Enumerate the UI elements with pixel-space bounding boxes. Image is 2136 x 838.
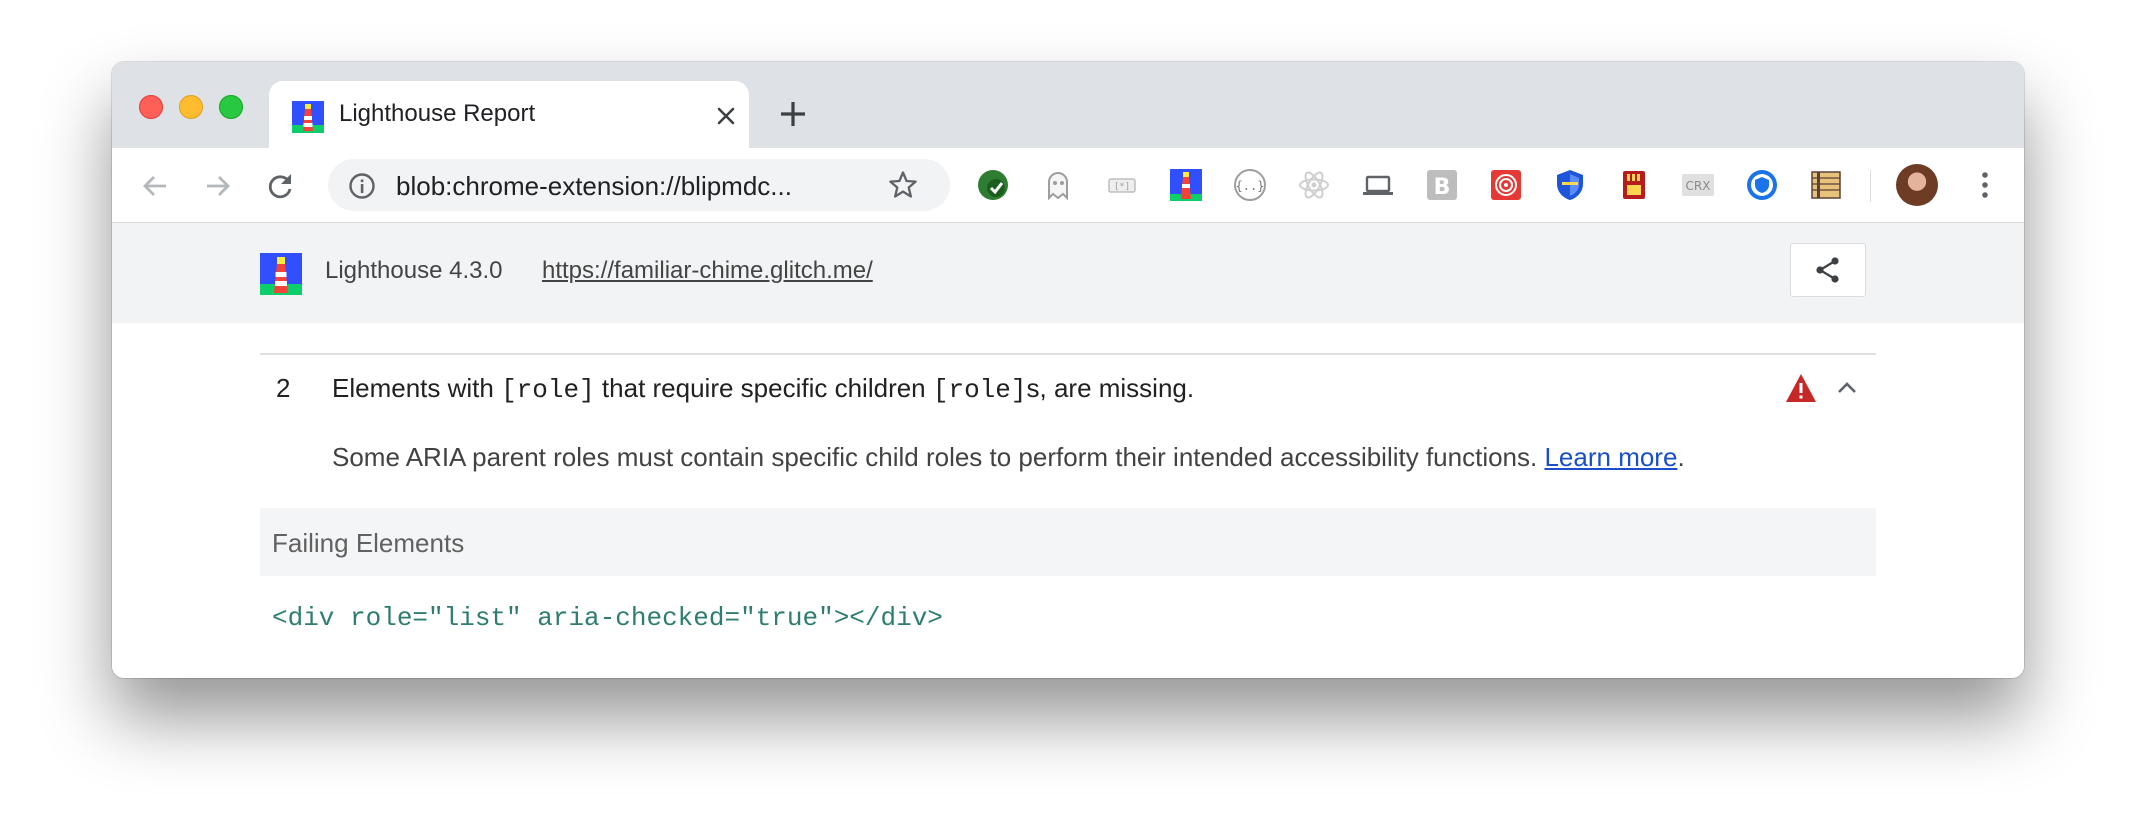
forward-arrow-icon[interactable] bbox=[202, 170, 234, 202]
target-spiral-icon[interactable] bbox=[1489, 168, 1523, 202]
tag-icon[interactable]: [*] bbox=[1105, 168, 1139, 202]
lighthouse-topbar: Lighthouse 4.3.0 https://familiar-chime.… bbox=[112, 223, 2024, 323]
window-maximize-button[interactable] bbox=[219, 95, 243, 119]
audit-divider bbox=[260, 353, 1876, 355]
ruler-icon[interactable] bbox=[1809, 168, 1843, 202]
report-url-link[interactable]: https://familiar-chime.glitch.me/ bbox=[542, 257, 873, 285]
json-braces-icon[interactable]: {..} bbox=[1233, 168, 1267, 202]
chevron-up-icon[interactable] bbox=[1834, 375, 1860, 401]
react-icon[interactable] bbox=[1297, 168, 1331, 202]
back-arrow-icon[interactable] bbox=[139, 170, 171, 202]
role-code: [role] bbox=[932, 375, 1027, 405]
ghost-icon[interactable] bbox=[1041, 168, 1075, 202]
failing-node-snippet: <div role="list" aria-checked="true"></d… bbox=[272, 603, 943, 633]
tab-title: Lighthouse Report bbox=[339, 100, 536, 127]
warning-triangle-icon bbox=[1786, 374, 1816, 402]
laptop-icon[interactable] bbox=[1361, 168, 1395, 202]
browser-window: Lighthouse Report blob:chrome-extension:… bbox=[112, 62, 2024, 678]
audit-title[interactable]: Elements with [role] that require specif… bbox=[332, 373, 1194, 405]
svg-text:{..}: {..} bbox=[1236, 179, 1265, 193]
info-icon[interactable] bbox=[348, 172, 376, 200]
toolbar-separator bbox=[1870, 170, 1871, 202]
sd-card-icon[interactable] bbox=[1617, 168, 1651, 202]
address-bar[interactable]: blob:chrome-extension://blipmdc... bbox=[328, 159, 950, 211]
close-tab-icon[interactable] bbox=[715, 105, 737, 127]
audit-index: 2 bbox=[276, 373, 291, 403]
failing-elements-heading: Failing Elements bbox=[272, 528, 465, 558]
details-header: Failing Elements bbox=[260, 508, 1876, 576]
crx-label: CRX bbox=[1686, 179, 1711, 193]
green-check-icon[interactable] bbox=[976, 168, 1010, 202]
svg-text:[*]: [*] bbox=[1114, 182, 1130, 192]
share-icon bbox=[1816, 257, 1839, 283]
bold-b-label: B bbox=[1434, 175, 1451, 200]
new-tab-icon[interactable] bbox=[777, 98, 809, 130]
crx-icon[interactable]: CRX bbox=[1681, 168, 1715, 202]
address-bar-url: blob:chrome-extension://blipmdc... bbox=[396, 171, 792, 201]
shield-icon[interactable] bbox=[1553, 168, 1587, 202]
more-menu-icon[interactable] bbox=[1968, 168, 2002, 202]
reload-icon[interactable] bbox=[264, 170, 296, 202]
bold-b-icon[interactable]: B bbox=[1425, 168, 1459, 202]
bookmark-star-icon[interactable] bbox=[888, 170, 918, 200]
browser-toolbar: blob:chrome-extension://blipmdc... [*] {… bbox=[112, 148, 2024, 223]
tab-lighthouse-report[interactable]: Lighthouse Report bbox=[269, 81, 749, 148]
window-close-button[interactable] bbox=[139, 95, 163, 119]
profile-avatar[interactable] bbox=[1896, 164, 1938, 206]
globe-shield-icon[interactable] bbox=[1745, 168, 1779, 202]
share-button[interactable] bbox=[1790, 243, 1866, 297]
lighthouse-icon bbox=[292, 101, 324, 133]
page-content: Lighthouse 4.3.0 https://familiar-chime.… bbox=[112, 223, 2024, 678]
lighthouse-icon[interactable] bbox=[1169, 168, 1203, 202]
role-code: [role] bbox=[501, 375, 595, 405]
learn-more-link[interactable]: Learn more bbox=[1544, 442, 1677, 472]
lighthouse-version: Lighthouse 4.3.0 bbox=[325, 257, 503, 284]
window-minimize-button[interactable] bbox=[179, 95, 203, 119]
lighthouse-logo-icon bbox=[260, 253, 302, 295]
audit-description: Some ARIA parent roles must contain spec… bbox=[332, 442, 1685, 472]
tab-strip: Lighthouse Report bbox=[112, 62, 2024, 148]
